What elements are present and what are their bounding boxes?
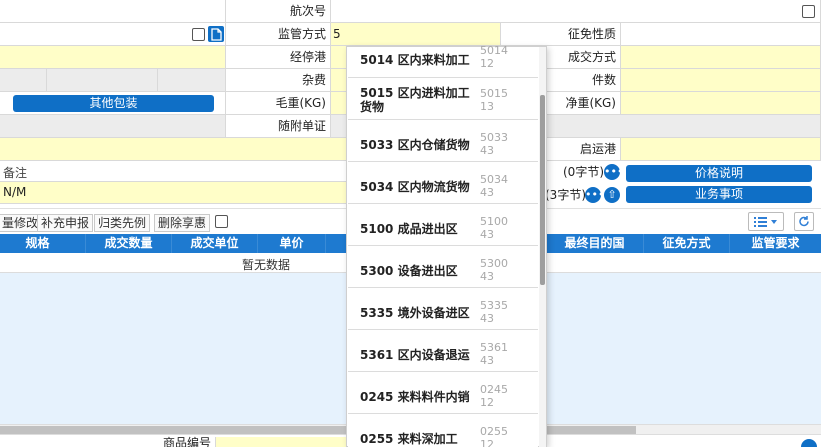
col-header-price[interactable]: 单价 bbox=[258, 234, 326, 253]
columns-menu-button[interactable] bbox=[748, 212, 784, 231]
transaction-mode-input[interactable] bbox=[621, 46, 821, 69]
exemption-nature-label: 征免性质 bbox=[501, 23, 621, 46]
col-header-exemption[interactable]: 征免方式 bbox=[644, 234, 730, 253]
voyage-label: 航次号 bbox=[226, 0, 331, 23]
supplement-report-button[interactable]: 补充申报 bbox=[37, 214, 94, 232]
option-name: 5034 区内物流货物 bbox=[360, 180, 470, 194]
dropdown-option[interactable]: 5300 设备进出区 5300 43 bbox=[348, 246, 538, 288]
classify-precedent-button[interactable]: 归类先例 bbox=[94, 214, 151, 232]
field-cell[interactable] bbox=[47, 69, 158, 92]
row2-checkbox[interactable] bbox=[192, 28, 205, 41]
supervision-label: 监管方式 bbox=[226, 23, 331, 46]
other-packaging-button[interactable]: 其他包装 bbox=[13, 95, 214, 112]
option-name: 0255 来料深加工 bbox=[360, 432, 458, 446]
refresh-icon[interactable] bbox=[794, 212, 814, 231]
dropdown-scrollbar[interactable] bbox=[539, 47, 546, 447]
option-name: 0245 来料料件内销 bbox=[360, 390, 470, 404]
dropdown-option[interactable]: 5014 区内来料加工 5014 12 bbox=[348, 44, 538, 78]
dropdown-option[interactable]: 0255 来料深加工 0255 12 bbox=[348, 414, 538, 447]
option-name: 5300 设备进出区 bbox=[360, 264, 458, 278]
dropdown-option[interactable]: 0245 来料料件内销 0245 12 bbox=[348, 372, 538, 414]
option-code: 5034 43 bbox=[480, 173, 508, 199]
dropdown-option[interactable]: 5033 区内仓储货物 5033 43 bbox=[348, 120, 538, 162]
dropdown-option[interactable]: 5335 境外设备进区 5335 43 bbox=[348, 288, 538, 330]
option-code: 5015 13 bbox=[480, 87, 508, 113]
supervision-value: 5 bbox=[333, 27, 341, 41]
blank-cell bbox=[0, 0, 226, 23]
net-weight-input[interactable] bbox=[621, 92, 821, 115]
more-icon[interactable]: ••• bbox=[604, 164, 623, 180]
field-cell[interactable] bbox=[0, 69, 47, 92]
option-code: 5014 12 bbox=[480, 44, 508, 70]
byte-counter-1: (0字节) bbox=[563, 165, 604, 179]
port-via-label: 经停港 bbox=[226, 46, 331, 69]
option-code: 5033 43 bbox=[480, 131, 508, 157]
option-code: 0245 12 bbox=[480, 383, 508, 409]
remarks-label: 备注 bbox=[3, 166, 28, 180]
option-name: 5014 区内来料加工 bbox=[360, 53, 470, 67]
departure-port-input[interactable] bbox=[621, 138, 821, 161]
upload-icon[interactable]: ⇧ bbox=[604, 187, 620, 203]
pieces-input[interactable] bbox=[621, 69, 821, 92]
empty-text: 暂无数据 bbox=[242, 258, 291, 272]
remarks-value: N/M bbox=[3, 185, 27, 199]
byte-counter-2: (3字节) bbox=[545, 188, 586, 202]
dropdown-option[interactable]: 5361 区内设备退运 5361 43 bbox=[348, 330, 538, 372]
batch-modify-button[interactable]: 量修改 bbox=[0, 214, 43, 232]
more-icon[interactable]: ••• bbox=[585, 187, 604, 203]
option-code: 5335 43 bbox=[480, 299, 508, 325]
option-code: 5361 43 bbox=[480, 341, 508, 367]
document-icon[interactable] bbox=[208, 26, 224, 42]
col-header-spec[interactable]: 规格 bbox=[0, 234, 86, 253]
supervision-input[interactable]: 5 bbox=[331, 23, 501, 46]
exemption-nature-field[interactable] bbox=[621, 23, 821, 46]
field-cell[interactable] bbox=[158, 69, 226, 92]
voyage-checkbox[interactable] bbox=[802, 5, 815, 18]
dropdown-option[interactable]: 5100 成品进出区 5100 43 bbox=[348, 204, 538, 246]
option-name: 5033 区内仓储货物 bbox=[360, 138, 470, 152]
option-name: 5361 区内设备退运 bbox=[360, 348, 470, 362]
dropdown-option[interactable]: 5015 区内进料加工货物 5015 13 bbox=[348, 78, 538, 120]
col-header-destination[interactable]: 最终目的国 bbox=[546, 234, 644, 253]
option-name: 5100 成品进出区 bbox=[360, 222, 458, 236]
field-cell[interactable] bbox=[0, 115, 226, 138]
business-items-button[interactable]: 业务事项 bbox=[626, 186, 812, 203]
attached-docs-label: 随附单证 bbox=[226, 115, 331, 138]
option-name: 5335 境外设备进区 bbox=[360, 306, 470, 320]
gross-weight-label: 毛重(KG) bbox=[226, 92, 331, 115]
option-code: 0255 12 bbox=[480, 425, 508, 447]
dropdown-option[interactable]: 5034 区内物流货物 5034 43 bbox=[348, 162, 538, 204]
price-note-button[interactable]: 价格说明 bbox=[626, 165, 812, 182]
option-code: 5100 43 bbox=[480, 215, 508, 241]
col-header-supervision[interactable]: 监管要求 bbox=[730, 234, 821, 253]
footer-label: 商品编号 bbox=[162, 436, 211, 447]
footer-label-cell: 商品编号 bbox=[76, 436, 216, 447]
col-header-unit[interactable]: 成交单位 bbox=[172, 234, 258, 253]
col-header-quantity[interactable]: 成交数量 bbox=[86, 234, 172, 253]
option-name: 5015 区内进料加工货物 bbox=[360, 86, 470, 114]
voyage-field[interactable] bbox=[331, 0, 821, 23]
misc-fee-label: 杂费 bbox=[226, 69, 331, 92]
delete-benefit-button[interactable]: 删除享惠 bbox=[154, 214, 211, 232]
toolbar-checkbox[interactable] bbox=[215, 215, 228, 228]
field-cell[interactable] bbox=[0, 46, 226, 69]
dropdown-scrollbar-thumb[interactable] bbox=[540, 95, 545, 285]
option-code: 5300 43 bbox=[480, 257, 508, 283]
